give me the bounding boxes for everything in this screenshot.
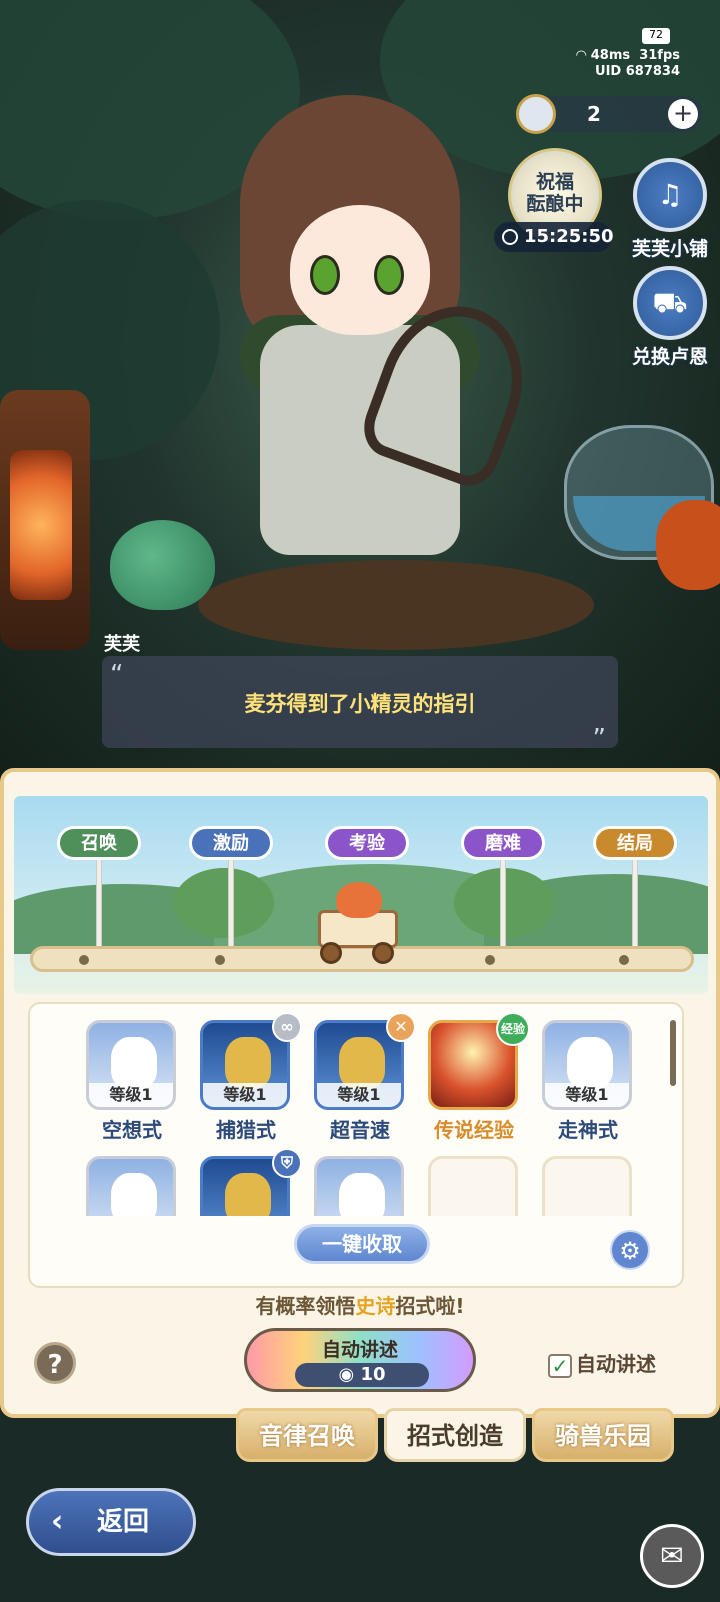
tab-mount-park[interactable]: 骑兽乐园 [532,1408,674,1462]
skill-level: 等级1 [203,1083,287,1107]
bear-icon [225,1037,271,1089]
tab-skill-creation[interactable]: 招式创造 [384,1408,526,1462]
skill-level: 等级1 [89,1083,173,1107]
clock-icon [502,229,518,245]
stage-trial-label: 考验 [325,826,409,860]
open-quote-icon: “ [110,660,124,690]
story-stage-strip: 召唤 激励 考验 磨难 结局 [14,796,708,994]
skill-card[interactable]: 等级1 ∞ 捕猎式 [200,1012,302,1143]
stage-summon-label: 召唤 [57,826,141,860]
dialogue-text: 麦芬得到了小精灵的指引 [244,692,476,716]
battery-indicator: 72 [642,28,670,44]
side-button-shop[interactable]: ♫ 芙芙小铺 [620,158,720,261]
skill-card[interactable]: ⛨ [200,1148,302,1216]
skill-name: 空想式 [102,1118,162,1142]
skill-card[interactable]: 经验 传说经验 [428,1012,530,1143]
uid-text: UID 687834 [595,64,680,79]
currency-amount: 2 [587,102,601,126]
stage-hardship-label: 磨难 [461,826,545,860]
hint-prefix: 有概率领悟 [255,1294,356,1318]
skill-name: 捕猎式 [216,1118,276,1142]
gear-icon[interactable]: ⚙ [610,1230,650,1270]
lantern [0,390,90,650]
back-button[interactable]: ‹ 返回 [26,1488,196,1556]
skill-card[interactable]: 等级1 ✕ 超音速 [314,1012,416,1143]
skill-card[interactable] [86,1156,178,1216]
fox-cart-marker [310,880,410,966]
hint-highlight: 史诗 [355,1294,396,1318]
skill-card[interactable]: 等级1 空想式 [86,1020,178,1143]
cat-icon [111,1037,157,1089]
checkmark-icon: ✓ [548,1353,572,1378]
skill-creation-panel: 召唤 激励 考验 磨难 结局 等级1 空想式 等级1 ∞ 捕猎式 等级1 ✕ 超… [0,768,720,1418]
auto-narrate-button[interactable]: 自动讲述 ◉ 10 [244,1328,476,1392]
side-button-exchange-label: 兑换卢恩 [631,346,708,368]
empty-skill-slot[interactable] [428,1156,520,1216]
skill-name: 传说经验 [434,1118,514,1142]
shield-badge-icon: ⛨ [272,1148,302,1178]
blessing-line1: 祝福 [535,171,574,193]
coin-icon: ◉ [338,1364,361,1385]
skill-level: 等级1 [317,1083,401,1107]
auto-narrate-title: 自动讲述 [321,1339,398,1361]
auto-narrate-checkbox-label: 自动讲述 [576,1352,656,1376]
hint-text: 有概率领悟史诗招式啦! [4,1290,716,1319]
blessing-timer: 15:25:50 [494,222,614,252]
blessing-line2: 酝酿中 [526,193,584,215]
close-quote-icon: ” [592,724,606,754]
exp-badge-icon: 经验 [496,1012,530,1046]
timer-text: 15:25:50 [524,226,614,247]
scrollbar[interactable] [670,1020,676,1086]
stage-ending[interactable]: 结局 [590,826,680,952]
cat-icon [111,1173,157,1216]
skill-card[interactable] [314,1156,406,1216]
auto-narrate-cost-value: 10 [360,1364,386,1385]
skill-name: 走神式 [558,1118,618,1142]
bard-character[interactable] [200,95,545,565]
chat-icon[interactable]: ✉ [640,1524,704,1588]
tab-rhythm-summon[interactable]: 音律召唤 [236,1408,378,1462]
hint-suffix: 招式啦! [395,1294,465,1318]
skills-grid: 等级1 空想式 等级1 ∞ 捕猎式 等级1 ✕ 超音速 经验 传说经验 等级1 … [28,1002,684,1288]
cat-icon [339,1173,385,1216]
stage-ending-label: 结局 [593,826,677,860]
empty-skill-slot[interactable] [542,1156,634,1216]
currency-bar: 2 + [516,94,702,134]
back-button-label: 返回 [97,1507,150,1537]
stage-encourage[interactable]: 激励 [186,826,276,952]
auto-narrate-cost: ◉ 10 [295,1363,429,1387]
stage-encourage-label: 激励 [189,826,273,860]
cat-icon [567,1037,613,1089]
ping-text: 48ms [590,48,631,63]
bear-icon [225,1173,271,1216]
help-button[interactable]: ? [34,1342,76,1384]
shop-cart-icon: ⛟ [633,266,707,340]
side-button-exchange[interactable]: ⛟ 兑换卢恩 [620,266,720,369]
cross-badge-icon: ✕ [386,1012,416,1042]
dialogue-speaker: 芙芙 [104,634,140,655]
collect-all-button[interactable]: 一键收取 [294,1224,430,1264]
wifi-icon: ◠ [576,48,591,63]
pumpkin [656,500,720,590]
chevron-left-icon: ‹ [51,1504,64,1539]
stage-hardship[interactable]: 磨难 [458,826,548,952]
fps-text: 31fps [639,48,680,63]
stage-summon[interactable]: 召唤 [54,826,144,952]
side-button-shop-label: 芙芙小铺 [631,238,708,260]
lyre-icon: ♫ [633,158,707,232]
skill-card[interactable]: 等级1 走神式 [542,1020,634,1143]
add-currency-button[interactable]: + [668,99,698,129]
skill-level: 等级1 [545,1083,629,1107]
stage-trial[interactable]: 考验 [322,826,412,860]
skill-name: 超音速 [330,1118,390,1142]
cushion [198,560,594,650]
network-status: ◠ 48ms 31fps UID 687834 [576,48,680,80]
link-badge-icon: ∞ [272,1012,302,1042]
auto-narrate-checkbox[interactable]: ✓ 自动讲述 [548,1348,656,1378]
bear-icon [339,1037,385,1089]
dialogue-box[interactable]: “ 麦芬得到了小精灵的指引 ” [102,656,618,754]
